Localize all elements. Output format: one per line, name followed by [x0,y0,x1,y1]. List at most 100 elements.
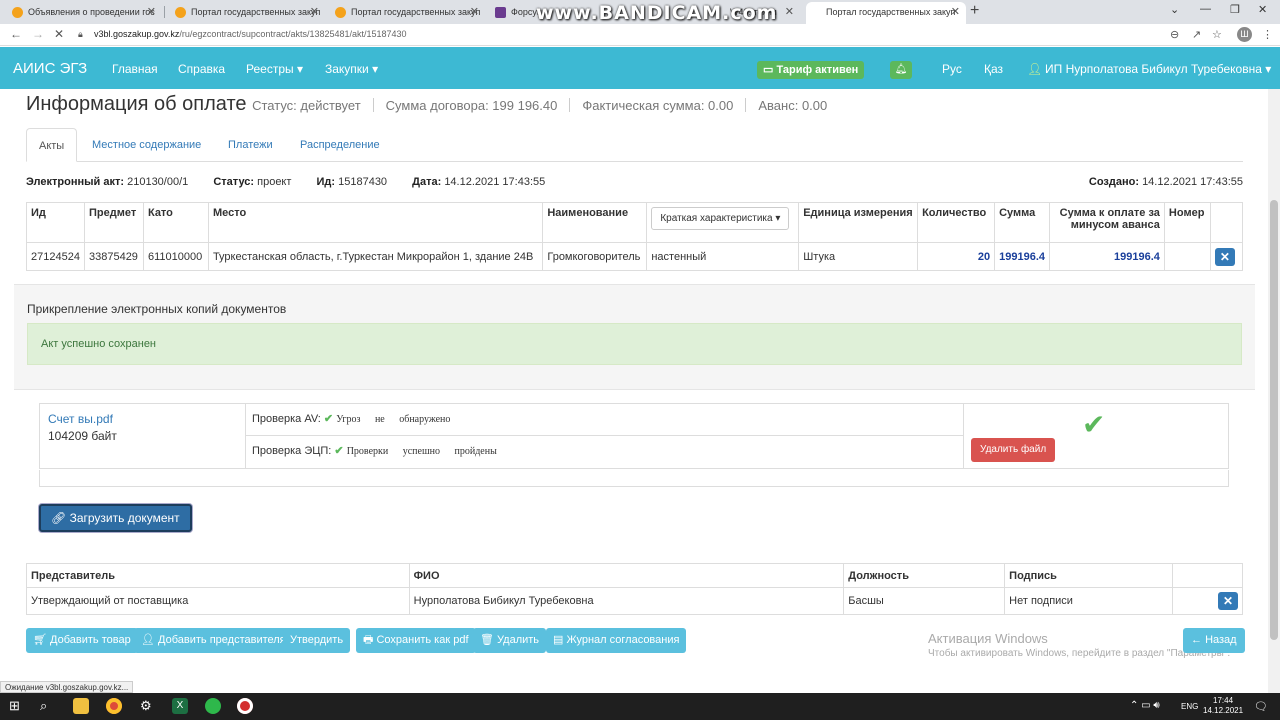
tab-acts[interactable]: Акты [26,128,78,162]
actual-sum: Фактическая сумма: 0.00 [582,98,734,113]
save-pdf-button[interactable]: 🖶︎ Сохранить как pdf [356,628,476,653]
recorder-watermark: www.BANDICAM.com [536,2,778,24]
browser-tab-active[interactable]: Портал государственных закуп ✕ [806,2,966,24]
minimize-icon[interactable]: — [1200,3,1211,15]
act-status: проект [257,176,292,188]
site-favicon-icon [495,7,506,18]
tab-search-icon[interactable]: ⌄ [1170,3,1179,16]
forward-arrow-icon[interactable]: → [32,27,44,41]
tab-payments[interactable]: Платежи [216,128,285,162]
settings-gear-icon[interactable]: ⚙ [140,698,152,714]
check-icon: ✔ [1082,409,1106,440]
browser-tab[interactable]: Объявления о проведении гос ✕ [2,2,162,24]
share-icon[interactable]: ↗ [1192,28,1201,41]
nav-registries[interactable]: Реестры ▾ [246,62,303,76]
approve-button[interactable]: Утвердить [283,628,351,653]
maximize-icon[interactable]: ❐ [1230,3,1240,16]
table-header-row: Ид Предмет Като Место Наименование Кратк… [26,202,1244,243]
address-bar: ← → ✕ 🔒︎ v3bl.goszakup.gov.kz/ru/egzcont… [0,24,1280,46]
menu-dots-icon[interactable]: ⋮ [1262,28,1273,41]
cart-icon: 🛒︎ [33,634,51,646]
tariff-badge[interactable]: ▭ Тариф активен [757,61,865,79]
av-result: Угроз не обнаружено [336,414,451,425]
close-window-icon[interactable]: ✕ [1258,3,1267,16]
success-alert: Акт успешно сохранен [27,323,1242,365]
close-tab-icon[interactable]: ✕ [147,2,156,22]
act-date: 14.12.2021 17:43:55 [444,176,546,188]
whatsapp-icon[interactable] [205,698,221,714]
search-icon[interactable]: ⌕ [40,698,47,714]
add-representative-button[interactable]: 👤︎ Добавить представителя [134,628,293,653]
signature-result: Проверки успешно пройдены [346,446,497,457]
bell-icon[interactable]: 🔔︎ [890,61,912,79]
delete-button[interactable]: 🗑︎ Удалить [473,628,547,653]
page-tabs: Акты Местное содержание Платежи Распреде… [26,128,1243,162]
file-explorer-icon[interactable] [73,698,89,714]
approval-journal-button[interactable]: ▤ Журнал согласования [546,628,687,653]
table-header-row: Представитель ФИО Должность Подпись [26,563,1243,588]
input-language[interactable]: ENG [1181,702,1198,711]
browser-tab[interactable]: Портал государственных закуп ✕ [165,2,325,24]
lang-ru[interactable]: Рус [942,62,962,76]
remove-representative-button[interactable]: ✕ [1218,592,1238,610]
close-tab-icon[interactable]: ✕ [310,2,319,22]
page-title-row: Информация об оплате Статус: действует Су… [26,93,827,116]
user-menu[interactable]: ИП Нурполатова Бибикул Туребековна ▾ [1045,62,1271,76]
act-id: 15187430 [338,176,388,188]
close-tab-icon[interactable]: ✕ [951,2,960,22]
excel-icon[interactable]: X [172,698,188,714]
table-row: Утверждающий от поставщика Нурполатова Б… [26,587,1243,615]
nav-home[interactable]: Главная [112,62,158,76]
site-brand[interactable]: АИИС ЭГЗ [13,60,87,77]
act-created: 14.12.2021 17:43:55 [1142,176,1243,188]
tray-icons[interactable]: ⌃ ▭ 🔊︎ [1130,700,1160,711]
check-icon: ✔ [334,445,344,457]
journal-icon: ▤ [553,634,567,646]
browser-status-bar: Ожидание v3bl.goszakup.gov.kz... [0,681,134,693]
url-field[interactable]: v3bl.goszakup.gov.kz/ru/egzcontract/supc… [94,29,407,39]
scrollbar-thumb[interactable] [1270,200,1278,640]
windows-start-icon[interactable]: ⊞ [9,698,20,714]
file-link[interactable]: Счет вы.pdf [48,412,237,426]
bookmark-star-icon[interactable]: ☆ [1212,28,1222,41]
check-icon: ✔ [323,413,334,425]
back-button[interactable]: ← Назад [1183,628,1245,653]
taskbar-clock[interactable]: 17:44 14.12.2021 [1203,696,1243,716]
contract-sum: Сумма договора: 199 196.40 [385,98,558,113]
back-arrow-icon[interactable]: ← [10,27,22,41]
zoom-icon[interactable]: ⊖ [1170,28,1179,41]
chrome-icon[interactable] [106,698,122,714]
short-char-dropdown[interactable]: Краткая характеристика ▾ [651,207,790,230]
profile-avatar[interactable]: Ш [1237,27,1252,42]
site-favicon-icon [335,7,346,18]
new-tab-icon[interactable]: + [970,2,979,20]
user-icon: 👤︎ [1027,62,1043,76]
page-title: Информация об оплате [26,93,247,115]
close-tab-icon[interactable]: ✕ [785,2,794,22]
lang-kz[interactable]: Қаз [984,62,1003,76]
advance-sum: Аванс: 0.00 [758,98,828,113]
upload-document-button[interactable]: 🔗︎ Загрузить документ [39,504,192,532]
delete-file-button[interactable]: Удалить файл [971,438,1056,462]
file-footer [39,470,1229,487]
remove-item-button[interactable]: ✕ [1214,247,1235,266]
lock-icon[interactable]: 🔒︎ [78,29,83,40]
trash-icon: 🗑︎ [480,634,498,646]
notifications-icon[interactable]: 🗨︎ [1254,700,1268,713]
browser-tab[interactable]: Портал государственных закуп ✕ [325,2,485,24]
nav-purchases[interactable]: Закупки ▾ [325,62,378,76]
representatives-table: Представитель ФИО Должность Подпись Утве… [26,563,1243,615]
tab-distribution[interactable]: Распределение [288,128,392,162]
act-items-table: Ид Предмет Като Место Наименование Кратк… [26,202,1244,271]
bandicam-record-icon[interactable] [237,698,253,714]
attachments-title: Прикрепление электронных копий документо… [27,302,287,316]
site-favicon-icon [12,7,23,18]
card-icon: ▭ [763,64,777,76]
arrow-left-icon: ← [1191,634,1206,646]
stop-loading-icon[interactable]: ✕ [54,27,64,41]
attachments-panel: Прикрепление электронных копий документо… [14,284,1255,390]
close-tab-icon[interactable]: ✕ [470,2,479,22]
nav-help[interactable]: Справка [178,62,225,76]
add-item-button[interactable]: 🛒︎ Добавить товар [26,628,138,653]
tab-local-content[interactable]: Местное содержание [80,128,213,162]
